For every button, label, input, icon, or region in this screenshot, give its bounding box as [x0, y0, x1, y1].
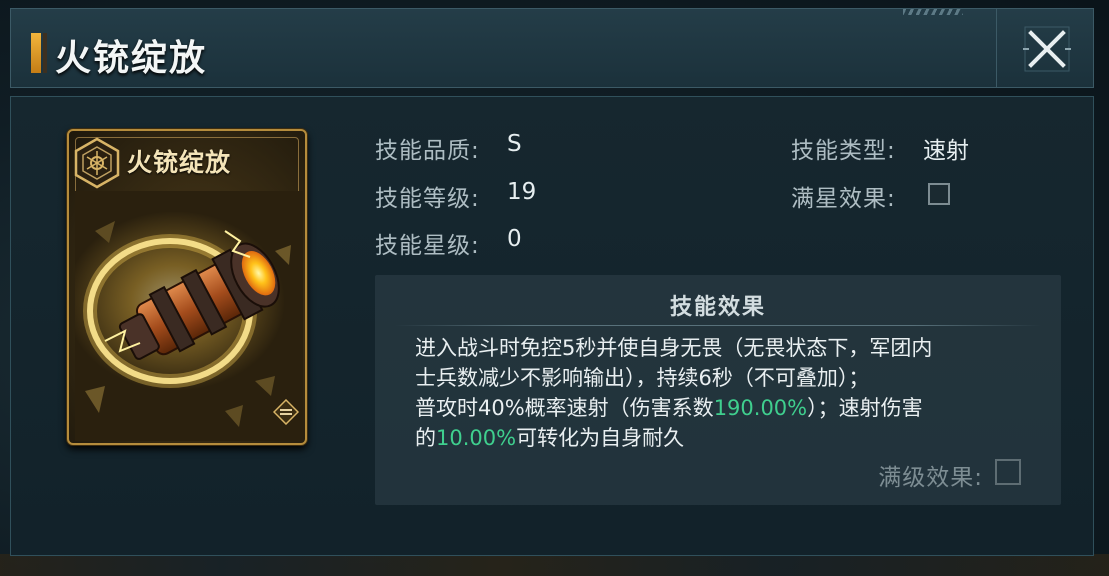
effect-line-1: 进入战斗时免控5秒并使自身无畏（无畏状态下，军团内 [415, 336, 933, 360]
quality-label: 技能品质: [375, 138, 480, 164]
effect-panel: 技能效果 进入战斗时免控5秒并使自身无畏（无畏状态下，军团内 士兵数减少不影响输… [375, 275, 1061, 505]
fullstar-label: 满星效果: [791, 186, 896, 212]
max-level-label: 满级效果: [878, 465, 983, 491]
effect-title: 技能效果 [669, 295, 766, 320]
dialog-header: 火铳绽放 [10, 8, 1094, 88]
skill-dialog: 火铳绽放 火铳绽放 技能品质: S 技能等级: 19 技能星级: 0 技能类型:… [10, 8, 1094, 556]
card-corner-icon [273, 399, 299, 425]
type-label: 技能类型: [791, 138, 896, 164]
level-label: 技能等级: [375, 186, 480, 212]
effect-text-segment: 可转化为自身耐久 [516, 426, 685, 449]
quality-value: S [507, 131, 522, 157]
title-accent [31, 33, 41, 73]
close-button[interactable] [1019, 21, 1075, 77]
level-value: 19 [507, 179, 537, 205]
effect-divider [395, 325, 1041, 326]
hexagon-emblem-icon [74, 137, 120, 189]
star-label: 技能星级: [375, 233, 480, 259]
effect-text-segment: 的 [415, 426, 436, 449]
close-icon [1023, 26, 1071, 72]
conversion-rate: 10.00% [436, 426, 517, 449]
fullstar-checkbox[interactable] [928, 183, 950, 205]
effect-text-segment: 普攻时40%概率速射（伤害系数 [415, 396, 714, 420]
max-level-checkbox[interactable] [995, 459, 1021, 485]
cannon-art [75, 191, 303, 441]
effect-description[interactable]: 进入战斗时免控5秒并使自身无畏（无畏状态下，军团内 士兵数减少不影响输出），持续… [415, 333, 1025, 449]
card-title: 火铳绽放 [127, 148, 232, 177]
skill-card: 火铳绽放 [67, 129, 307, 445]
close-area [996, 9, 1093, 88]
damage-coefficient: 190.00% [713, 396, 808, 420]
background-strip [0, 554, 1109, 576]
title-accent-shadow [43, 33, 47, 73]
header-decoration [903, 9, 963, 15]
dialog-title: 火铳绽放 [55, 38, 208, 79]
type-value: 速射 [923, 138, 969, 164]
effect-line-3: 普攻时40%概率速射（伤害系数190.00%）；速射伤害 [415, 393, 1025, 423]
effect-line-2: 士兵数减少不影响输出），持续6秒（不可叠加）； [415, 366, 870, 390]
dialog-body: 火铳绽放 技能品质: S 技能等级: 19 技能星级: 0 技能类型: 速射 满… [10, 96, 1094, 556]
star-value: 0 [507, 226, 522, 252]
effect-text-segment: ）；速射伤害 [807, 396, 923, 420]
effect-line-4: 的10.00%可转化为自身耐久 [415, 423, 1025, 449]
